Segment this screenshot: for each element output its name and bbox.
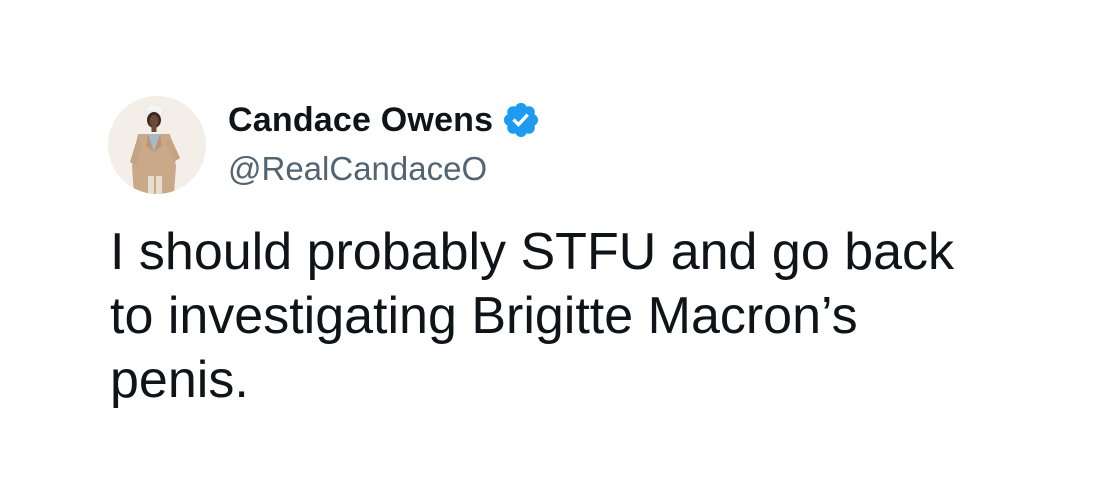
tweet-text: I should probably STFU and go back to in… [110,223,955,409]
tweet-card: Candace Owens @RealCandaceO I should pro… [0,0,1117,495]
author-name-row: Candace Owens [228,98,541,142]
author-display-name[interactable]: Candace Owens [228,101,493,140]
verified-badge-icon [501,100,541,140]
author-avatar[interactable] [108,96,206,194]
avatar-photo [108,96,206,194]
author-handle[interactable]: @RealCandaceO [228,150,487,188]
